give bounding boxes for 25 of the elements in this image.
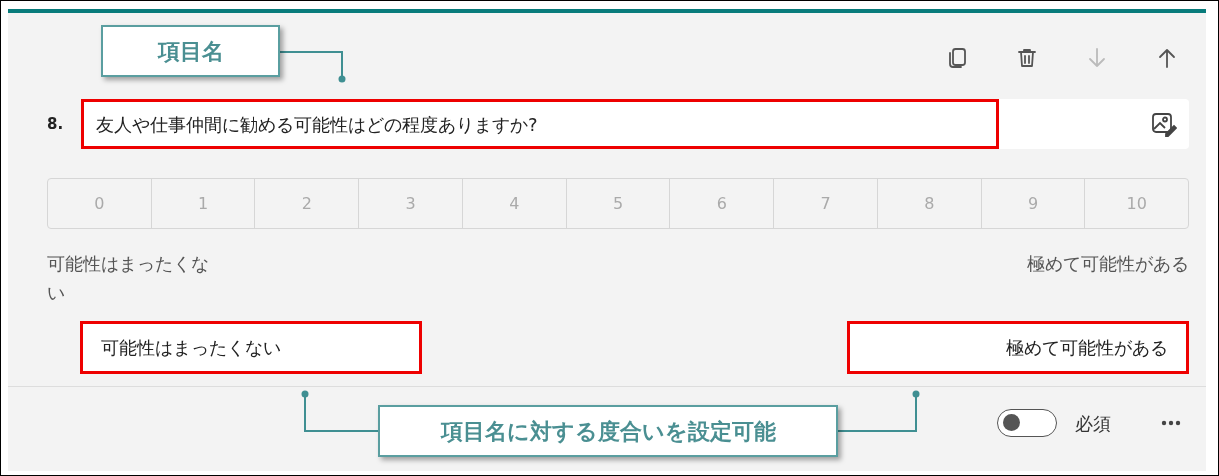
scale-high-label: 極めて可能性がある bbox=[1027, 252, 1189, 276]
more-options-icon[interactable] bbox=[1161, 420, 1181, 426]
question-field[interactable]: 友人や仕事仲間に勧める可能性はどの程度ありますか? bbox=[81, 99, 1189, 149]
rating-option[interactable]: 8 bbox=[877, 179, 982, 228]
scale-low-label: 可能性はまったくない bbox=[47, 252, 210, 305]
scale-label-input[interactable]: 極めて可能性がある bbox=[847, 321, 1189, 374]
scale-label-input[interactable]: 可能性はまったくない bbox=[80, 321, 422, 374]
rating-option[interactable]: 5 bbox=[566, 179, 671, 228]
rating-option[interactable]: 0 bbox=[48, 179, 152, 228]
required-toggle[interactable] bbox=[997, 409, 1057, 437]
rating-option[interactable]: 10 bbox=[1085, 179, 1189, 228]
required-label: 必須 bbox=[1075, 411, 1111, 436]
leader-line bbox=[279, 51, 346, 83]
rating-option[interactable]: 3 bbox=[359, 179, 463, 228]
rating-option[interactable]: 7 bbox=[774, 179, 878, 228]
rating-option[interactable]: 6 bbox=[670, 179, 775, 228]
question-number: 8. bbox=[47, 113, 65, 135]
callout-label: 項目名 bbox=[101, 25, 280, 77]
rating-option[interactable]: 1 bbox=[151, 179, 256, 228]
rating-option[interactable]: 9 bbox=[981, 179, 1086, 228]
rating-option[interactable]: 4 bbox=[462, 179, 567, 228]
image-edit-icon[interactable] bbox=[1151, 111, 1177, 137]
rating-option[interactable]: 2 bbox=[255, 179, 360, 228]
callout-label: 項目名に対する度合いを設定可能 bbox=[378, 405, 838, 457]
question-title-input[interactable]: 友人や仕事仲間に勧める可能性はどの程度ありますか? bbox=[81, 99, 999, 149]
